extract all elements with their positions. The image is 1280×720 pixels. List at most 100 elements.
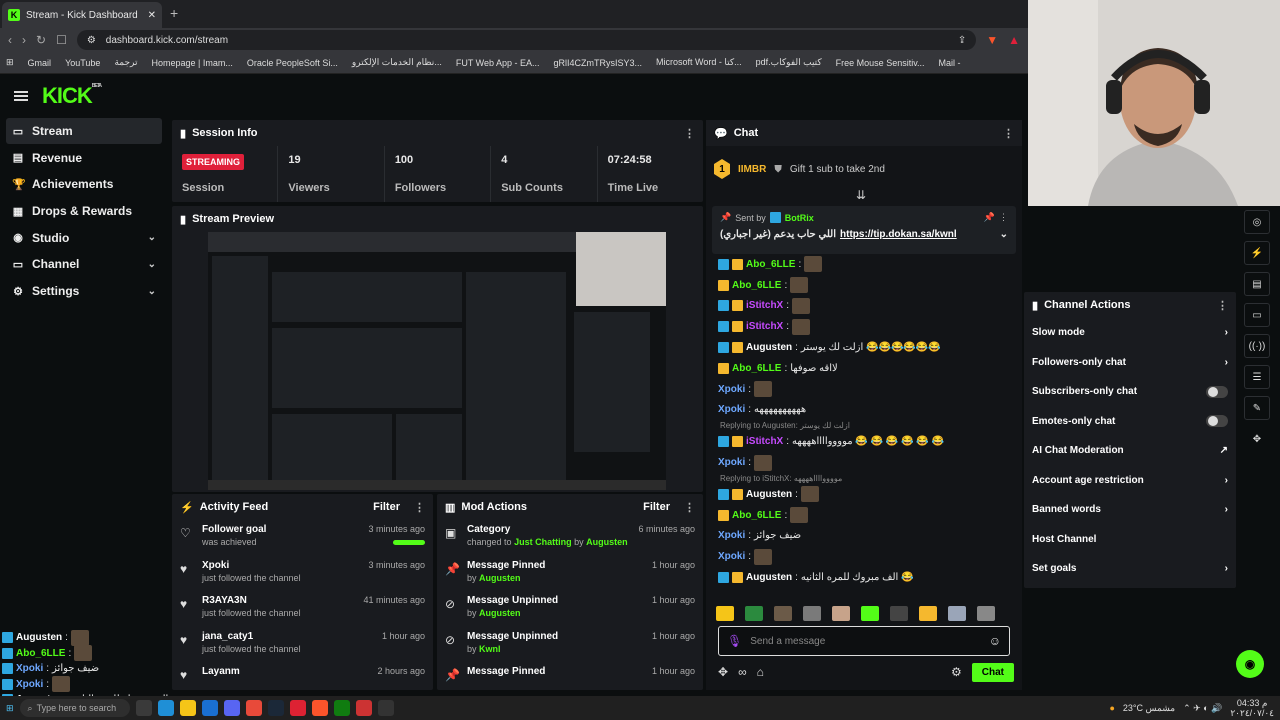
browser-tab[interactable]: K Stream - Kick Dashboard ✕ (2, 2, 162, 28)
emote[interactable] (803, 605, 821, 621)
chat-message[interactable]: Xpoki: ههههههههههه (718, 400, 1014, 421)
emote[interactable] (774, 605, 792, 621)
clock[interactable]: 04:33 م ٢٠٢٤/٠٧/٠٤ (1230, 698, 1274, 718)
unpin-icon[interactable]: 📌 (984, 212, 995, 223)
activity-name[interactable]: Layanm (202, 666, 369, 677)
emote[interactable] (745, 605, 763, 621)
chevron-right-icon[interactable]: › (1225, 327, 1228, 338)
back-icon[interactable]: ‹ (8, 33, 12, 47)
channel-action-account-age-restriction[interactable]: Account age restriction › (1024, 466, 1236, 496)
chat-message-input[interactable] (750, 635, 981, 647)
chat-message[interactable]: Abo_6LLE: لااقه صوفها (718, 358, 1014, 379)
activity-item[interactable]: ♥ R3AYA3N just followed the channel 41 minu… (172, 591, 433, 627)
chat-message[interactable]: Abo_6LLE: (718, 505, 1014, 526)
chevron-right-icon[interactable]: › (1225, 504, 1228, 515)
emote[interactable] (948, 605, 966, 621)
apps-icon[interactable]: ⊞ (6, 57, 14, 68)
bookmark-item[interactable]: Gmail (28, 58, 52, 68)
url-field[interactable]: ⚙ dashboard.kick.com/stream ⇪ (76, 30, 977, 50)
activity-item[interactable]: ♥ jana_caty1 just followed the channel 1 ho… (172, 627, 433, 663)
bookmark-item[interactable]: Mail - (939, 58, 961, 68)
activity-name[interactable]: Xpoki (202, 560, 360, 571)
emote[interactable] (832, 605, 850, 621)
mod-action-item[interactable]: ⊘ Message Unpinned by Augusten 1 hour ago (437, 591, 703, 627)
xbox-icon[interactable] (333, 700, 350, 716)
external-link-icon[interactable]: ↗ (1220, 445, 1228, 456)
reload-icon[interactable]: ↻ (36, 33, 46, 47)
chat-username[interactable]: Abo_6LLE (732, 363, 781, 374)
sidebar-item-stream[interactable]: ▭ Stream (6, 118, 162, 144)
chat-username[interactable]: iStitchX (746, 436, 783, 447)
chrome-icon[interactable] (245, 700, 262, 716)
activity-name[interactable]: Follower goal (202, 524, 360, 535)
store-icon[interactable]: ⌂ (757, 665, 764, 679)
chevron-right-icon[interactable]: › (1225, 357, 1228, 368)
bolt-icon[interactable]: ⚡ (1244, 241, 1270, 265)
scroll-down-icon[interactable]: ⇊ (856, 188, 866, 202)
chat-username[interactable]: Abo_6LLE (746, 259, 795, 270)
chevron-down-icon[interactable]: ⌄ (148, 286, 156, 297)
channel-action-banned-words[interactable]: Banned words › (1024, 495, 1236, 525)
chat-username[interactable]: Augusten (746, 572, 792, 583)
bookmark-item[interactable]: gRlI4CZmTRysISY3... (554, 58, 643, 68)
taskbar-search[interactable]: ⌕ Type here to search (19, 699, 130, 717)
chat-message[interactable]: Xpoki: (718, 452, 1014, 473)
chat-username[interactable]: iStitchX (746, 321, 783, 332)
chat-username[interactable]: iStitchX (746, 300, 783, 311)
kick-logo[interactable]: KICKBETA (42, 83, 102, 109)
emote[interactable] (919, 605, 937, 621)
sidebar-item-settings[interactable]: ⚙ Settings ⌄ (6, 278, 162, 304)
sidebar-item-channel[interactable]: ▭ Channel ⌄ (6, 251, 162, 277)
chat-bubble-icon[interactable]: ▭ (1244, 303, 1270, 327)
camera-icon[interactable]: ◎ (1244, 210, 1270, 234)
moderator-link[interactable]: Augusten (479, 573, 521, 583)
pinned-link[interactable]: https://tip.dokan.sa/kwnl (840, 229, 957, 240)
chat-username[interactable]: Xpoki (718, 530, 745, 541)
chat-message[interactable]: Augusten: (718, 484, 1014, 505)
emote[interactable] (800, 486, 819, 503)
channel-action-host-channel[interactable]: Host Channel (1024, 525, 1236, 555)
wrench-icon[interactable]: ✎ (1244, 396, 1270, 420)
mod-action-item[interactable]: 📌 Message Pinned 1 hour ago (437, 662, 703, 698)
emote[interactable] (716, 605, 734, 621)
chat-message[interactable]: Augusten: ازلت لك يوستر 😂😂😂😂😂😂 (718, 337, 1014, 358)
chat-username[interactable]: Augusten (746, 342, 792, 353)
channel-action-ai-chat-moderation[interactable]: AI Chat Moderation ↗ (1024, 436, 1236, 466)
tray-icons[interactable]: ⌃ ✈ ◐ 🔊 (1183, 703, 1222, 714)
emote[interactable] (804, 256, 823, 273)
reply-context[interactable]: Replying to iStitchX: مووووااااههههه (718, 473, 1014, 484)
chat-message[interactable]: iStitchX: مووووااااههههه 😂 😂 😂 😂 😂 😂 (718, 431, 1014, 452)
activity-item[interactable]: ♥ Xpoki just followed the channel 3 minutes… (172, 556, 433, 592)
chat-message[interactable]: Augusten: الف مبروك للمره الثانيه 😂 (718, 567, 1014, 588)
app-icon[interactable] (355, 700, 372, 716)
emote[interactable] (754, 454, 773, 471)
more-options-icon[interactable]: ⋮ (684, 127, 695, 140)
activity-item[interactable]: ♥ Layanm 2 hours ago (172, 662, 433, 698)
chat-username[interactable]: Xpoki (718, 457, 745, 468)
toggle-switch[interactable] (1206, 385, 1228, 398)
mod-action-item[interactable]: ⊘ Message Unpinned by Kwnl 1 hour ago (437, 627, 703, 663)
brave-shield-icon[interactable]: ▼ (986, 33, 998, 47)
chat-message[interactable]: Xpoki: ضيف جوائز (718, 526, 1014, 547)
share-icon[interactable]: ⇪ (958, 35, 966, 46)
gift-prompt[interactable]: Gift 1 sub to take 2nd (790, 164, 885, 175)
bookmark-item[interactable]: نظام الخدمات الإلكترو... (352, 57, 442, 68)
menu-icon[interactable] (14, 91, 28, 101)
bookmark-item[interactable]: Microsoft Word - كتا... (656, 57, 742, 68)
windows-start-icon[interactable]: ⊞ (6, 703, 14, 714)
chat-username[interactable]: Xpoki (718, 404, 745, 415)
bookmark-icon[interactable]: ☐ (56, 33, 67, 47)
microphone-icon[interactable]: 🎙 (727, 634, 742, 648)
more-options-icon[interactable]: ⋮ (1003, 127, 1014, 140)
emote[interactable] (792, 318, 811, 335)
more-options-icon[interactable]: ⋮ (1217, 299, 1228, 312)
pinned-more-icon[interactable]: ⋮ (999, 212, 1008, 223)
send-chat-button[interactable]: Chat (971, 662, 1014, 682)
broadcast-icon[interactable]: ((·)) (1244, 334, 1270, 358)
chat-settings-icon[interactable]: ⚙ (951, 665, 962, 679)
category-link[interactable]: Just Chatting (514, 537, 572, 547)
sidebar-item-drops-rewards[interactable]: ▦ Drops & Rewards (6, 198, 162, 224)
bookmark-item[interactable]: ترجمة (114, 57, 137, 68)
new-tab-icon[interactable]: + (170, 5, 178, 21)
emote[interactable] (861, 605, 879, 621)
